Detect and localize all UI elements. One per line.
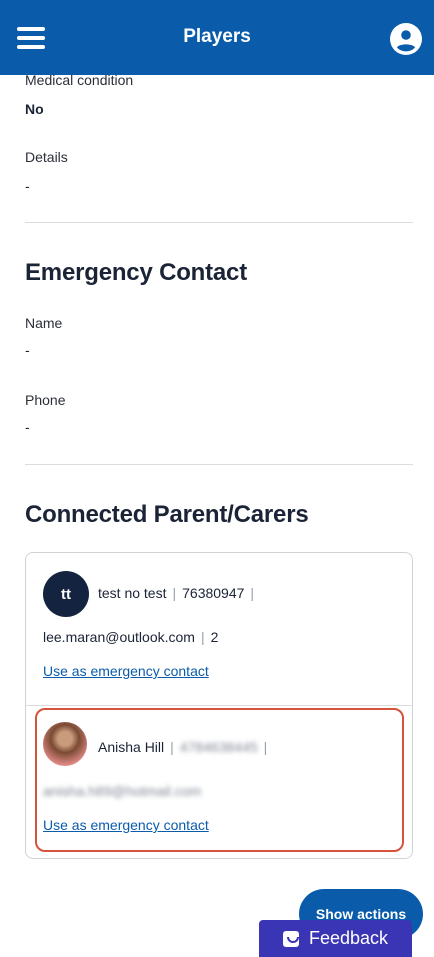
page-title: Players (183, 26, 251, 47)
avatar: tt (43, 571, 89, 617)
emergency-phone-value: - (25, 419, 30, 435)
carer-contact-line: lee.maran@outlook.com | 2 (43, 629, 218, 645)
emergency-contact-title: Emergency Contact (25, 259, 247, 286)
separator: | (172, 585, 177, 601)
carer-extra: 2 (210, 629, 219, 645)
section-divider (25, 222, 413, 223)
top-app-bar: Players (0, 0, 434, 75)
emergency-name-label: Name (25, 315, 63, 331)
section-divider (25, 464, 413, 465)
separator: | (200, 629, 205, 645)
carer-email: lee.maran@outlook.com (43, 629, 195, 645)
feedback-button[interactable]: Feedback (259, 920, 412, 957)
details-label: Details (25, 149, 68, 165)
emergency-name-value: - (25, 342, 30, 358)
details-value: - (25, 178, 30, 194)
emergency-phone-label: Phone (25, 392, 66, 408)
account-circle-icon[interactable] (390, 23, 422, 55)
connected-carers-title: Connected Parent/Carers (25, 501, 309, 528)
medical-condition-value: No (25, 101, 44, 117)
carer-summary: test no test | 76380947 | (98, 585, 260, 601)
feedback-label: Feedback (308, 928, 389, 948)
medical-condition-label: Medical condition (25, 72, 134, 88)
feedback-icon (282, 930, 299, 947)
carer-divider (25, 705, 413, 706)
carer-phone: 76380947 (182, 585, 245, 601)
carer-name: test no test (98, 585, 167, 601)
use-as-emergency-contact-link[interactable]: Use as emergency contact (43, 663, 209, 679)
separator: | (250, 585, 255, 601)
highlight-box (35, 708, 404, 852)
